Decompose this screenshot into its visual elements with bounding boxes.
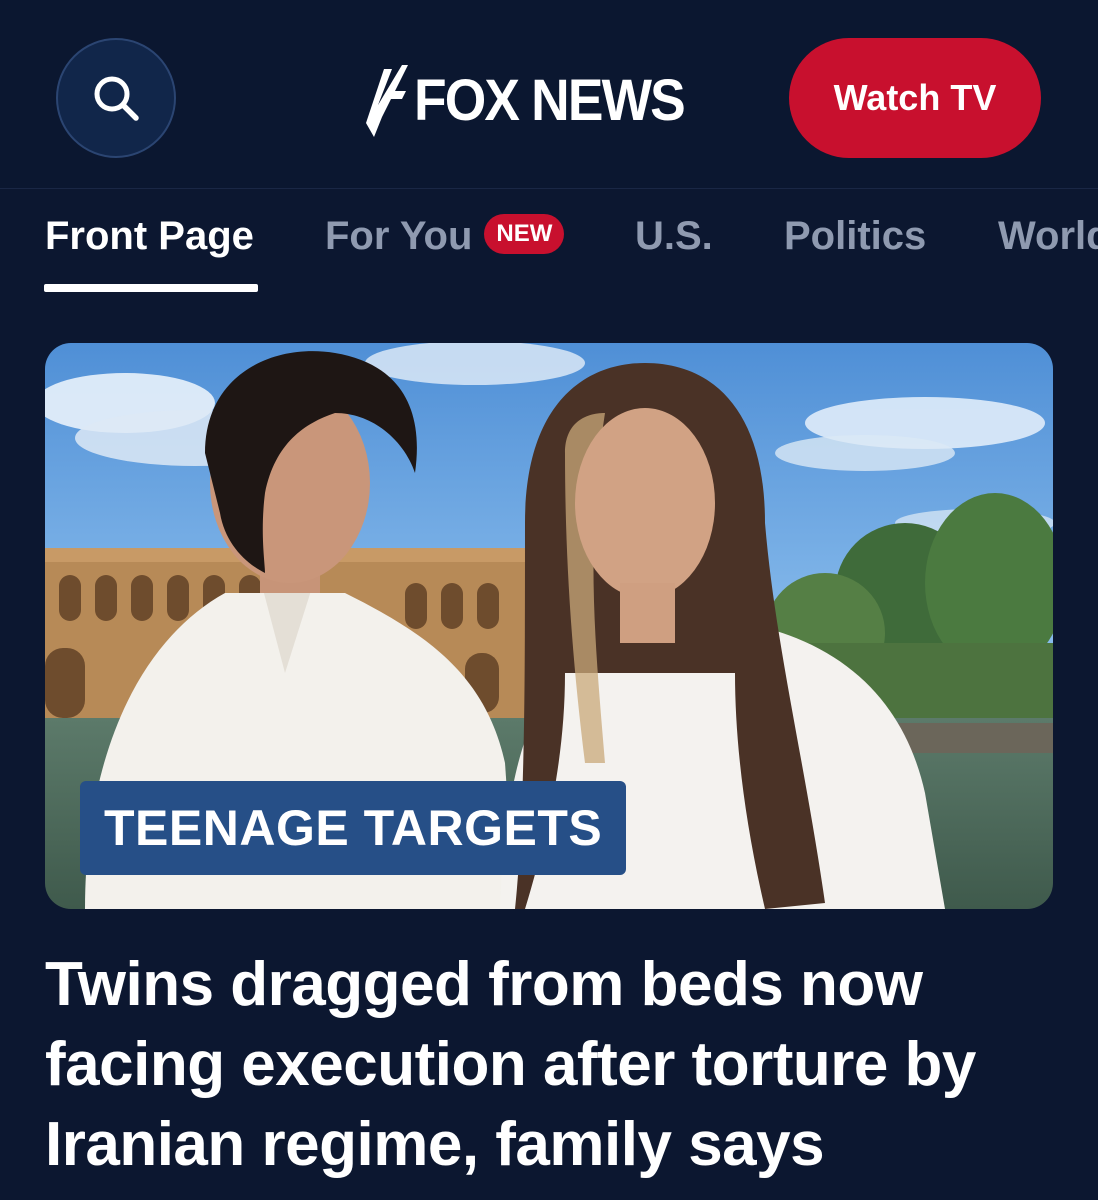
- tab-label: For You: [325, 214, 473, 258]
- tab-label: World: [998, 214, 1098, 258]
- story-kicker-label: TEENAGE TARGETS: [80, 781, 627, 875]
- section-tabs: Front Page For You NEW U.S. Politics Worl…: [0, 188, 1098, 306]
- new-badge: NEW: [484, 214, 565, 255]
- tab-us[interactable]: U.S.: [635, 214, 713, 259]
- fox-logo-mark-icon: [366, 65, 408, 137]
- top-header: FOX NEWS Watch TV: [0, 0, 1098, 189]
- watch-tv-button[interactable]: Watch TV: [789, 38, 1041, 158]
- tab-label: Front Page: [45, 214, 254, 258]
- search-icon: [94, 76, 139, 121]
- tab-for-you[interactable]: For You NEW: [325, 214, 565, 259]
- active-tab-indicator: [44, 284, 258, 292]
- tab-label: Politics: [784, 214, 927, 258]
- search-button[interactable]: [56, 38, 176, 158]
- tab-politics[interactable]: Politics: [784, 214, 926, 259]
- story-headline[interactable]: Twins dragged from beds now facing execu…: [45, 945, 1055, 1185]
- brand-wordmark: FOX NEWS: [414, 67, 686, 133]
- fox-news-logo[interactable]: FOX NEWS: [362, 60, 707, 140]
- tab-front-page[interactable]: Front Page: [45, 214, 254, 259]
- tab-world[interactable]: World: [998, 214, 1098, 259]
- tab-label: U.S.: [635, 214, 713, 258]
